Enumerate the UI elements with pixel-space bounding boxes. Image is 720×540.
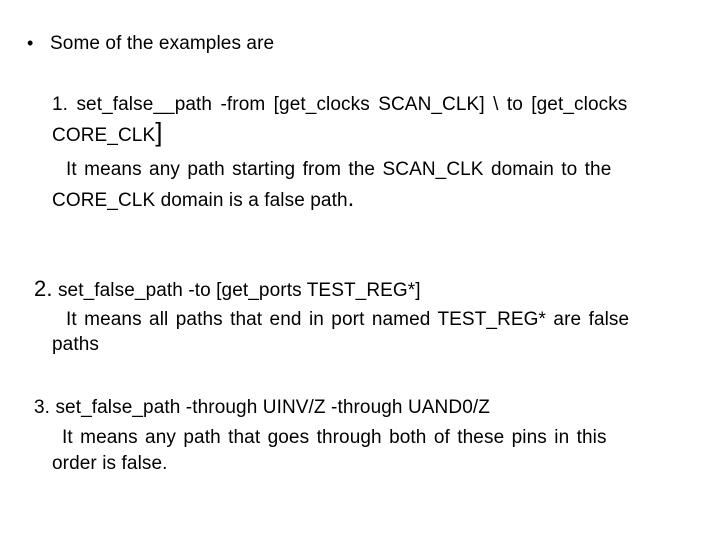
example-1-command-cont: CORE_CLK [52,125,156,146]
example-1-explanation-text: CORE_CLK domain is a false path [52,190,348,211]
example-1-number: 1. [52,94,69,115]
example-1-explanation-line2: CORE_CLK domain is a false path. [52,187,354,213]
example-1-command-line1: 1. set_false__path -from [get_clocks SCA… [52,93,672,117]
example-1-period: . [347,185,355,212]
example-1-closing-bracket: ] [155,117,163,147]
example-2-command: 2. set_false_path -to [get_ports TEST_RE… [34,277,421,303]
intro-text: Some of the examples are [50,33,275,54]
example-1-command-line2: CORE_CLK] [52,119,163,148]
example-2-number: 2. [34,276,53,301]
example-1-command-text: set_false__path -from [get_clocks SCAN_C… [76,94,628,115]
example-2-explanation-line1: It means all paths that end in port name… [66,309,630,330]
example-3-number: 3. [34,397,51,418]
bullet-icon: • [27,33,34,53]
example-3-command-text: set_false_path -through UINV/Z -through … [55,397,490,418]
example-3-explanation-line1: It means any path that goes through both… [62,427,607,448]
example-3-command: 3. set_false_path -through UINV/Z -throu… [34,396,490,420]
example-3-explanation-line2: order is false. [52,453,168,474]
example-2-command-text: set_false_path -to [get_ports TEST_REG*] [57,280,421,301]
example-2-explanation-line2: paths [52,334,99,355]
example-1-explanation-line1: It means any path starting from the SCAN… [66,159,612,180]
